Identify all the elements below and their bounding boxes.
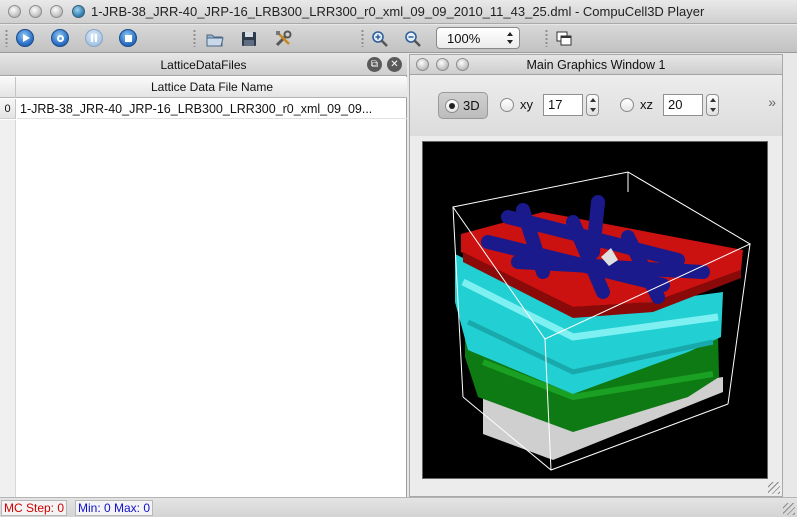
lattice-data-files-panel: LatticeDataFiles ⧉ ✕ Lattice Data File N…	[0, 54, 407, 497]
close-dock-button[interactable]: ✕	[387, 57, 402, 72]
pause-button[interactable]	[85, 29, 103, 47]
float-dock-button[interactable]: ⧉	[367, 57, 382, 72]
main-graphics-window: Main Graphics Window 1 3D xy 17 xz 20 »	[409, 54, 783, 497]
3d-render-viewport[interactable]	[422, 141, 768, 479]
new-graphics-window-icon[interactable]	[554, 29, 574, 49]
run-button[interactable]	[16, 29, 34, 47]
table-corner[interactable]	[0, 77, 16, 98]
xz-plane-field[interactable]: 20	[663, 94, 703, 116]
step-icon	[56, 34, 64, 42]
xy-plane-stepper[interactable]	[586, 94, 599, 116]
row-index[interactable]: 0	[0, 99, 16, 119]
xy-plane-field[interactable]: 17	[543, 94, 583, 116]
label-xz: xz	[640, 97, 653, 112]
step-button[interactable]	[51, 29, 69, 47]
window-resize-grip[interactable]	[783, 503, 795, 515]
close-window-button[interactable]	[8, 5, 21, 18]
play-icon	[22, 34, 30, 42]
min-max-status: Min: 0 Max: 0	[75, 500, 154, 516]
app-window: 1-JRB-38_JRR-40_JRP-16_LRB300_LRR300_r0_…	[0, 0, 797, 517]
row-filename[interactable]: 1-JRB-38_JRR-40_JRP-16_LRB300_LRR300_r0_…	[17, 99, 407, 119]
zoom-level-value: 100%	[447, 31, 481, 46]
table-row[interactable]: 0 1-JRB-38_JRR-40_JRP-16_LRB300_LRR300_r…	[0, 99, 407, 119]
graphics-window-title: Main Graphics Window 1	[526, 58, 666, 72]
column-header-filename[interactable]: Lattice Data File Name	[17, 77, 407, 98]
zoom-level-select[interactable]: 100%	[436, 27, 520, 49]
open-folder-icon[interactable]	[205, 29, 225, 49]
view-mode-toolbar: 3D xy 17 xz 20 »	[410, 76, 782, 136]
cell-lattice-render	[452, 171, 752, 471]
toolbar-overflow-chevron[interactable]: »	[768, 94, 776, 110]
radio-3d[interactable]	[445, 99, 459, 113]
window-title: 1-JRB-38_JRR-40_JRP-16_LRB300_LRR300_r0_…	[91, 4, 705, 19]
pause-icon	[91, 34, 97, 42]
mc-step-status: MC Step: 0	[1, 500, 68, 516]
mode-3d-option[interactable]: 3D	[438, 92, 488, 119]
table-header: Lattice Data File Name	[0, 77, 407, 98]
label-xy: xy	[520, 97, 533, 112]
main-toolbar: 100%	[0, 25, 797, 53]
toolbar-grip[interactable]	[5, 29, 8, 47]
graphics-title-bar: Main Graphics Window 1	[410, 55, 782, 75]
select-arrows-icon	[507, 32, 513, 44]
dock-title: LatticeDataFiles	[160, 58, 247, 72]
minimize-window-button[interactable]	[29, 5, 42, 18]
document-proxy-icon[interactable]	[72, 5, 85, 18]
zoom-out-icon[interactable]	[403, 29, 423, 49]
configure-tools-icon[interactable]	[273, 29, 293, 49]
xz-plane-stepper[interactable]	[706, 94, 719, 116]
title-bar: 1-JRB-38_JRR-40_JRP-16_LRB300_LRR300_r0_…	[0, 0, 797, 24]
zoom-in-icon[interactable]	[370, 29, 390, 49]
row-header-strip	[0, 120, 16, 497]
toolbar-grip[interactable]	[361, 29, 364, 47]
stop-icon	[124, 34, 132, 42]
save-icon[interactable]	[239, 29, 259, 49]
label-3d: 3D	[463, 98, 480, 113]
zoom-window-button[interactable]	[50, 5, 63, 18]
radio-xy[interactable]	[500, 98, 514, 112]
toolbar-grip[interactable]	[545, 29, 548, 47]
status-bar: MC Step: 0 Min: 0 Max: 0	[0, 497, 797, 517]
dock-title-bar: LatticeDataFiles ⧉ ✕	[0, 54, 407, 76]
stop-button[interactable]	[119, 29, 137, 47]
toolbar-grip[interactable]	[193, 29, 196, 47]
radio-xz[interactable]	[620, 98, 634, 112]
graphics-resize-grip[interactable]	[768, 482, 780, 494]
